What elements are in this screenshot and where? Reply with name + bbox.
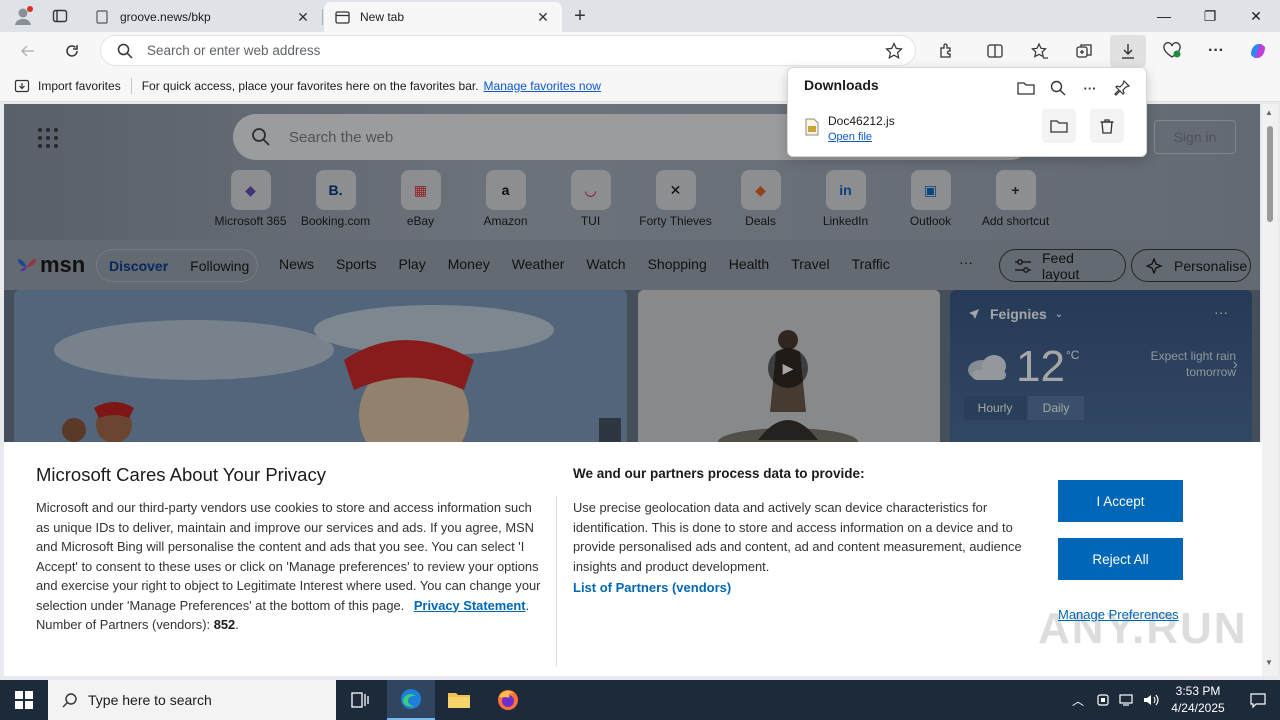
scroll-down-icon[interactable]: ▼: [1265, 658, 1273, 667]
downloads-flyout: Downloads ··· Doc46212.js Open file: [787, 67, 1147, 157]
partners-label: Number of Partners (vendors):: [36, 617, 211, 632]
downloads-more-icon[interactable]: ···: [1076, 74, 1104, 102]
show-in-folder-button[interactable]: [1042, 109, 1076, 143]
new-tab-button[interactable]: +: [565, 1, 595, 31]
address-placeholder: Search or enter web address: [147, 43, 321, 58]
favbar-separator: [130, 77, 132, 94]
copilot-icon[interactable]: [1243, 36, 1273, 66]
clock-date: 4/24/2025: [1171, 701, 1225, 715]
show-hidden-icons[interactable]: ︿: [1068, 680, 1088, 720]
reject-all-button[interactable]: Reject All: [1058, 538, 1183, 580]
volume-icon[interactable]: [1140, 680, 1162, 720]
profile-icon[interactable]: [8, 1, 38, 31]
import-icon: [14, 78, 30, 94]
task-view-icon[interactable]: [336, 680, 384, 720]
privacy-body-text: Microsoft and our third-party vendors us…: [36, 500, 541, 613]
edge-taskbar-icon[interactable]: [387, 680, 435, 720]
tab-title: New tab: [360, 10, 405, 24]
data-purposes-body: Use precise geolocation data and activel…: [573, 500, 1022, 574]
script-file-icon: [804, 118, 820, 136]
restore-button[interactable]: ❐: [1187, 0, 1233, 32]
import-favorites-label: Import favorites: [38, 78, 121, 93]
collections-icon[interactable]: [1069, 36, 1099, 66]
taskbar-search-placeholder: Type here to search: [88, 692, 212, 708]
open-file-link[interactable]: Open file: [828, 131, 872, 143]
file-explorer-icon[interactable]: [435, 680, 483, 720]
clock-time: 3:53 PM: [1175, 684, 1221, 698]
refresh-icon[interactable]: [57, 36, 87, 66]
favorite-star-icon[interactable]: [885, 41, 903, 60]
privacy-title: Microsoft Cares About Your Privacy: [36, 464, 326, 485]
tab-title: groove.news/bkp: [120, 10, 211, 24]
split-screen-icon[interactable]: [980, 36, 1010, 66]
partners-count: 852: [213, 617, 236, 632]
download-file-name: Doc46212.js: [828, 114, 895, 128]
accept-button[interactable]: I Accept: [1058, 480, 1183, 522]
period: .: [235, 617, 239, 632]
back-icon[interactable]: [13, 36, 43, 66]
search-icon: [62, 692, 78, 708]
favorites-icon[interactable]: [1025, 36, 1055, 66]
system-clock[interactable]: 3:53 PM 4/24/2025: [1160, 683, 1236, 717]
privacy-consent-dialog: Microsoft Cares About Your Privacy Micro…: [4, 442, 1262, 676]
new-tab-icon: [334, 9, 350, 25]
tab-separator: [322, 9, 323, 25]
period: .: [525, 597, 530, 613]
settings-more-icon[interactable]: ···: [1201, 36, 1231, 66]
search-downloads-icon[interactable]: [1044, 74, 1072, 102]
tab-groove[interactable]: groove.news/bkp ✕: [84, 2, 322, 32]
search-icon: [117, 43, 133, 59]
extensions-icon[interactable]: [932, 36, 962, 66]
privacy-body: Microsoft and our third-party vendors us…: [36, 498, 544, 635]
import-favorites-button[interactable]: Import favorites: [14, 78, 121, 94]
partners-list-link[interactable]: List of Partners (vendors): [573, 580, 731, 595]
windows-logo-icon: [15, 691, 33, 709]
network-icon[interactable]: [1116, 680, 1138, 720]
tab-new-tab[interactable]: New tab ✕: [324, 2, 562, 32]
tab-actions-icon[interactable]: [45, 1, 75, 31]
delete-download-button[interactable]: [1090, 109, 1124, 143]
dialog-divider: [556, 496, 557, 666]
pin-icon[interactable]: [1108, 74, 1136, 102]
windows-taskbar: Type here to search ︿ 3:53 PM 4/24/2025: [0, 680, 1280, 720]
browser-essentials-icon[interactable]: [1157, 36, 1187, 66]
scrollbar-thumb[interactable]: [1267, 126, 1273, 222]
downloads-title: Downloads: [804, 77, 879, 93]
data-purposes-title: We and our partners process data to prov…: [573, 466, 865, 481]
vertical-scrollbar[interactable]: ▲ ▼: [1262, 104, 1278, 676]
manage-preferences-link[interactable]: Manage Preferences: [1058, 607, 1179, 622]
privacy-statement-link[interactable]: Privacy Statement: [414, 598, 526, 613]
open-downloads-folder-icon[interactable]: [1012, 74, 1040, 102]
firefox-icon[interactable]: [484, 680, 532, 720]
scroll-up-icon[interactable]: ▲: [1265, 108, 1273, 117]
minimize-button[interactable]: —: [1141, 0, 1187, 32]
notifications-icon[interactable]: [1236, 680, 1280, 720]
tab-strip: groove.news/bkp ✕ New tab ✕ + — ❐ ✕: [0, 0, 1280, 32]
page-icon: [94, 9, 110, 25]
favorites-hint: For quick access, place your favorites h…: [141, 78, 479, 93]
start-button[interactable]: [0, 680, 48, 720]
browser-toolbar: Search or enter web address ···: [0, 32, 1280, 70]
security-tray-icon[interactable]: [1092, 680, 1114, 720]
close-tab-icon[interactable]: ✕: [534, 8, 552, 26]
manage-favorites-link[interactable]: Manage favorites now: [484, 79, 601, 93]
taskbar-search[interactable]: Type here to search: [48, 680, 336, 720]
downloads-icon[interactable]: [1110, 35, 1146, 67]
close-tab-icon[interactable]: ✕: [294, 8, 312, 26]
address-bar[interactable]: Search or enter web address: [100, 35, 916, 66]
close-window-button[interactable]: ✕: [1233, 0, 1279, 32]
